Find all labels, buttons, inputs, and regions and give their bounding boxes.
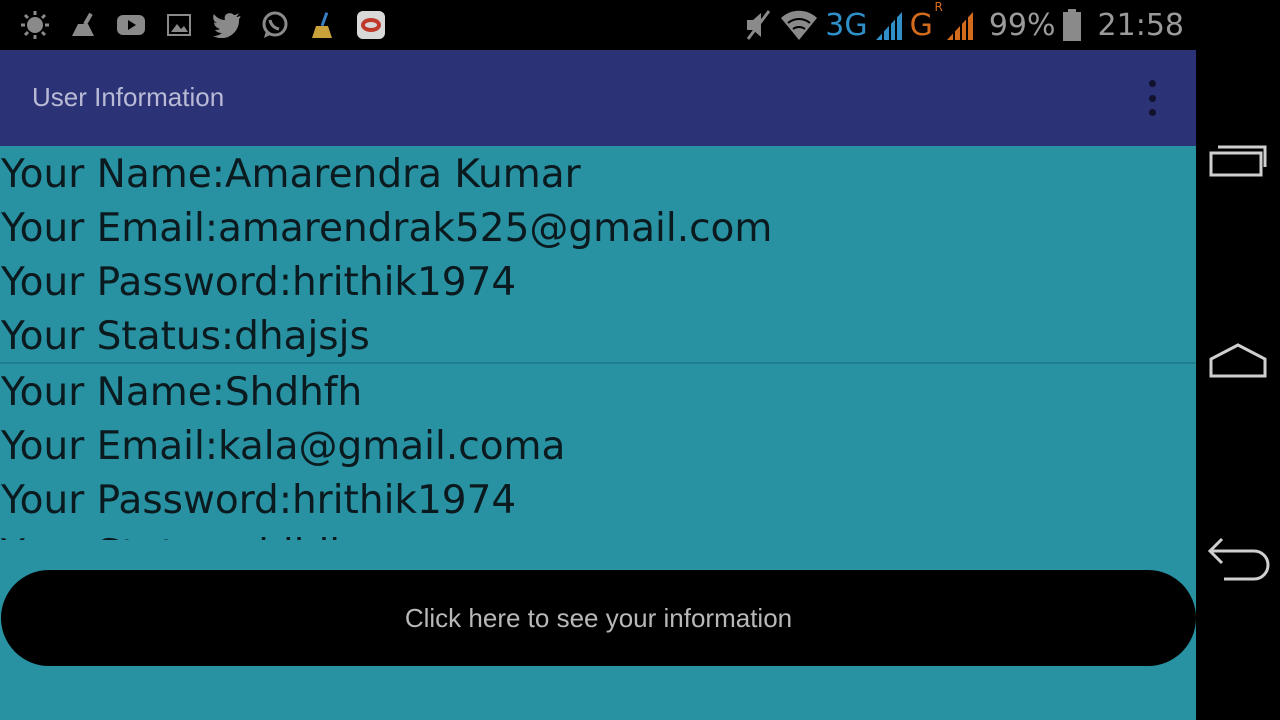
vibrate-off-icon [743,8,773,42]
wifi-icon [779,8,819,42]
email-row: Your Email:kala@gmail.coma [0,418,1196,472]
gallery-icon [162,8,196,42]
clock: 21:58 [1097,7,1184,43]
list-item[interactable]: Your Name:Amarendra Kumar Your Email:ama… [0,146,1196,364]
menu-dot [1148,80,1156,87]
password-label: Your Password: [1,260,292,305]
email-label: Your Email: [1,206,218,251]
recent-apps-button[interactable] [1206,134,1270,184]
show-information-button[interactable]: Click here to see your information [1,570,1196,666]
broom-icon [306,8,340,42]
password-value: hrithik1974 [291,260,517,305]
name-label: Your Name: [1,370,225,415]
status-row: Your Status:dhajsjs [0,308,1196,362]
overflow-menu-icon[interactable] [1140,80,1164,116]
app-bar: User Information [0,50,1196,146]
menu-dot [1148,109,1156,116]
back-icon [1207,537,1270,581]
email-value: amarendrak525@gmail.com [218,206,773,251]
name-label: Your Name: [1,152,225,197]
home-button[interactable] [1206,334,1270,384]
roaming-indicator: R [934,0,943,14]
status-label: Your Status: [1,532,234,540]
home-icon [1209,343,1267,378]
email-value: kala@gmail.coma [218,424,566,469]
status-label: Your Status: [1,314,235,359]
name-value: Shdhfh [224,370,363,415]
status-value: ejdjdj [234,532,340,540]
battery-icon [1062,8,1082,42]
youtube-icon [114,8,148,42]
password-row: Your Password:hrithik1974 [0,254,1196,308]
network-3g-label: 3G [825,7,868,43]
signal-3g-icon [874,8,904,42]
twitter-icon [210,8,244,42]
app-title: User Information [32,82,225,112]
menu-dot [1148,94,1156,102]
navigation-bar [1196,0,1280,720]
network-g-text: G [909,7,933,43]
back-button[interactable] [1206,534,1270,584]
password-row: Your Password:hrithik1974 [0,472,1196,526]
whatsapp-icon [258,8,292,42]
recent-apps-icon [1209,145,1267,177]
name-row: Your Name:Shdhfh [0,364,1196,418]
network-g-label: GR [909,0,943,43]
password-label: Your Password: [1,478,292,523]
app-icon [354,8,388,42]
system-indicators: 3G GR 99% 21:58 [743,0,1184,44]
status-bar: 3G GR 99% 21:58 [0,0,1196,50]
battery-percent: 99% [988,7,1056,43]
content-area: Your Name:Amarendra Kumar Your Email:ama… [0,146,1196,720]
list-item[interactable]: Your Name:Shdhfh Your Email:kala@gmail.c… [0,364,1196,540]
email-row: Your Email:amarendrak525@gmail.com [0,200,1196,254]
status-value: dhajsjs [234,314,370,359]
signal-g-icon [945,8,975,42]
email-label: Your Email: [1,424,218,469]
password-value: hrithik1974 [291,478,517,523]
notification-icons [18,8,388,42]
brightness-icon [18,8,52,42]
name-row: Your Name:Amarendra Kumar [0,146,1196,200]
status-row: Your Status:ejdjdj [0,526,1196,540]
cleaner-icon [66,8,100,42]
name-value: Amarendra Kumar [224,152,581,197]
user-list[interactable]: Your Name:Amarendra Kumar Your Email:ama… [0,146,1196,540]
